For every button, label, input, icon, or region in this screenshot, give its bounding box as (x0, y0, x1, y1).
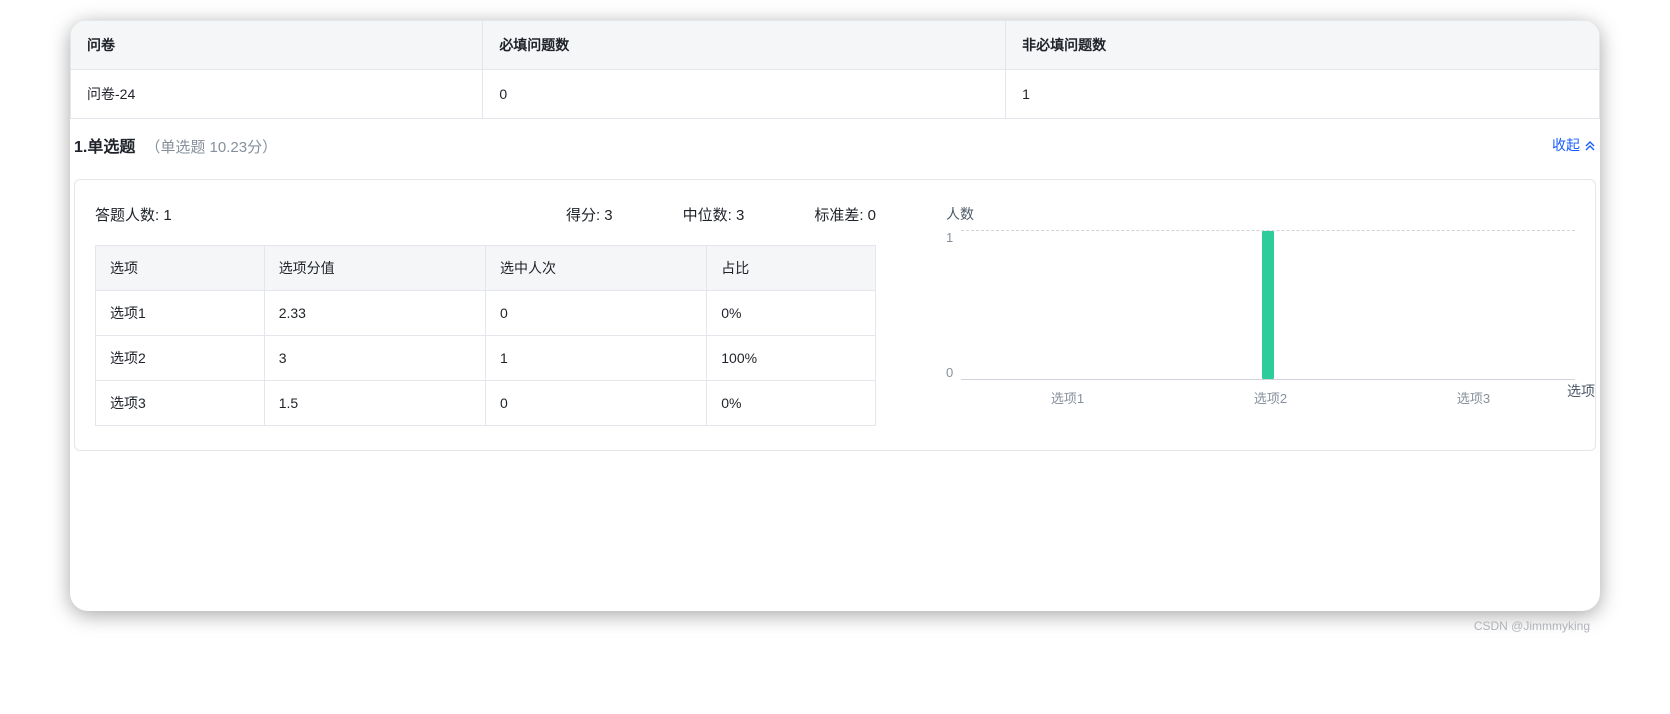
chart-ytick: 0 (946, 365, 953, 380)
stat-stddev: 标准差: 0 (814, 204, 876, 225)
table-cell: 3 (264, 336, 485, 381)
summary-header-survey: 问卷 (71, 21, 483, 70)
chart-bar-col (961, 231, 1166, 379)
summary-cell-survey: 问卷-24 (71, 70, 483, 119)
table-cell: 0 (485, 291, 706, 336)
summary-header-optional: 非必填问题数 (1006, 21, 1600, 70)
chart-plot (961, 230, 1575, 380)
question-title-group: 1.单选题 （单选题 10.23分） (74, 133, 277, 157)
table-cell: 0 (485, 381, 706, 426)
options-header-ratio: 占比 (707, 246, 876, 291)
chart-xaxis: 选项1选项2选项3 (946, 388, 1575, 407)
options-table: 选项 选项分值 选中人次 占比 选项12.3300%选项231100%选项31.… (95, 245, 876, 426)
stat-panel: 答题人数: 1 得分: 3 中位数: 3 标准差: 0 选项 选项分值 选中人次… (74, 179, 1596, 451)
page-container: 问卷 必填问题数 非必填问题数 问卷-24 0 1 1.单选题 （单选题 10.… (70, 20, 1600, 611)
watermark: CSDN @Jimmmyking (1474, 619, 1590, 633)
table-cell: 0% (707, 381, 876, 426)
stat-summary-row: 答题人数: 1 得分: 3 中位数: 3 标准差: 0 (95, 204, 876, 225)
options-header-option: 选项 (96, 246, 265, 291)
question-subtitle: （单选题 10.23分） (145, 136, 277, 157)
table-row: 选项231100% (96, 336, 876, 381)
table-cell: 选项3 (96, 381, 265, 426)
chart-wrapper: 人数 1 0 选项1选项2选项3 选项 (936, 204, 1575, 407)
question-header: 1.单选题 （单选题 10.23分） 收起 (70, 119, 1600, 171)
stat-answers: 答题人数: 1 (95, 204, 172, 225)
table-cell: 100% (707, 336, 876, 381)
question-title: 1.单选题 (74, 133, 135, 157)
chart-yaxis: 1 0 (946, 230, 961, 380)
table-header-row: 问卷 必填问题数 非必填问题数 (71, 21, 1600, 70)
chart-ylabel: 人数 (946, 204, 1575, 224)
summary-cell-optional: 1 (1006, 70, 1600, 119)
chart-bar-col (1370, 231, 1575, 379)
summary-header-required: 必填问题数 (483, 21, 1006, 70)
summary-table: 问卷 必填问题数 非必填问题数 问卷-24 0 1 (70, 20, 1600, 119)
chart-bar (1262, 231, 1274, 379)
summary-cell-required: 0 (483, 70, 1006, 119)
collapse-label: 收起 (1552, 135, 1580, 155)
options-header-score: 选项分值 (264, 246, 485, 291)
stat-left: 答题人数: 1 得分: 3 中位数: 3 标准差: 0 选项 选项分值 选中人次… (95, 204, 876, 426)
table-cell: 0% (707, 291, 876, 336)
chart-area: 1 0 (946, 230, 1575, 380)
chart-xtick: 选项2 (1169, 388, 1372, 407)
chart-xlabel: 选项 (1567, 381, 1595, 401)
table-cell: 选项2 (96, 336, 265, 381)
chart-bars (961, 231, 1575, 379)
table-cell: 1.5 (264, 381, 485, 426)
stat-median: 中位数: 3 (683, 204, 745, 225)
chart-ytick: 1 (946, 230, 953, 245)
chart-xtick: 选项3 (1372, 388, 1575, 407)
spacer (70, 471, 1600, 611)
content-wrapper: 问卷 必填问题数 非必填问题数 问卷-24 0 1 1.单选题 （单选题 10.… (70, 20, 1600, 611)
chevron-double-up-icon (1584, 139, 1596, 151)
table-cell: 选项1 (96, 291, 265, 336)
table-header-row: 选项 选项分值 选中人次 占比 (96, 246, 876, 291)
table-row: 选项31.500% (96, 381, 876, 426)
stat-chart: 人数 1 0 选项1选项2选项3 选项 (936, 204, 1575, 426)
stat-score: 得分: 3 (566, 204, 613, 225)
collapse-toggle[interactable]: 收起 (1552, 135, 1596, 155)
options-header-count: 选中人次 (485, 246, 706, 291)
table-row: 问卷-24 0 1 (71, 70, 1600, 119)
table-cell: 2.33 (264, 291, 485, 336)
chart-bar-col (1166, 231, 1371, 379)
table-row: 选项12.3300% (96, 291, 876, 336)
table-cell: 1 (485, 336, 706, 381)
chart-xtick: 选项1 (966, 388, 1169, 407)
